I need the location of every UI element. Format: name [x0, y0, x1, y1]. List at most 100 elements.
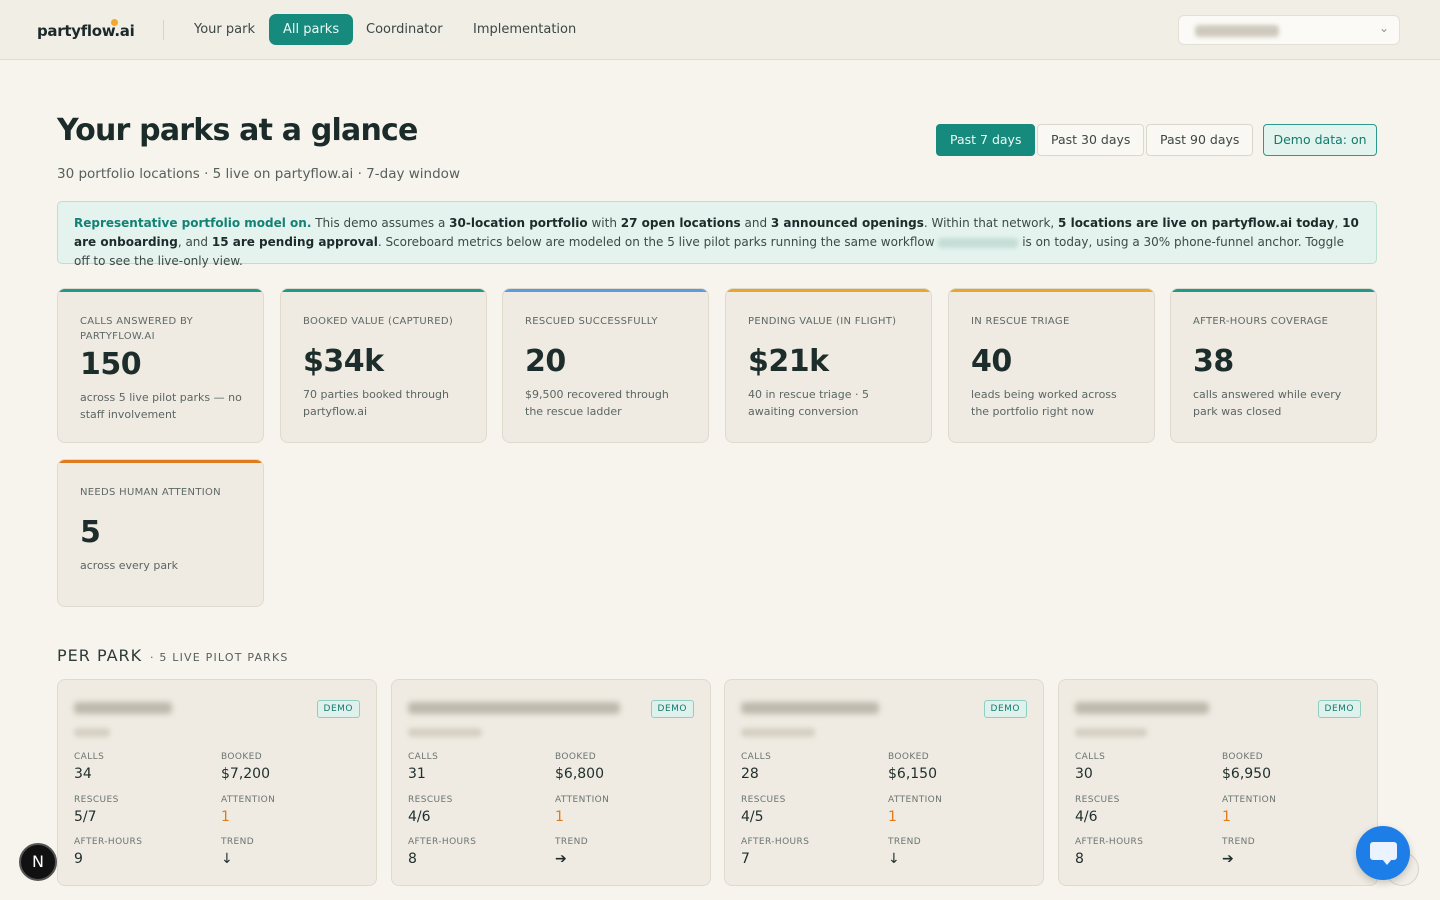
metric-value-trend: ↓	[888, 851, 900, 867]
metric-label-after-hours: AFTER-HOURS	[1075, 837, 1144, 847]
metric-label-booked: BOOKED	[221, 752, 263, 762]
metric-value-booked: $6,800	[555, 766, 604, 782]
stat-description: calls answered while every park was clos…	[1193, 388, 1342, 418]
metric-label-rescues: RESCUES	[408, 795, 453, 805]
stat-label: NEEDS HUMAN ATTENTION	[80, 487, 221, 498]
park-selector-redacted-value	[1195, 25, 1279, 37]
demo-badge: DEMO	[650, 700, 694, 718]
stat-label: PENDING VALUE (IN FLIGHT)	[748, 316, 897, 327]
nav-your-park[interactable]: Your park	[180, 14, 269, 45]
stat-label: AFTER-HOURS COVERAGE	[1193, 316, 1329, 327]
redacted-park-name	[741, 702, 879, 714]
stat-value: $34k	[303, 344, 384, 379]
metric-label-rescues: RESCUES	[741, 795, 786, 805]
metric-value-after-hours: 8	[408, 851, 417, 867]
range-7-days-button[interactable]: Past 7 days	[936, 124, 1036, 156]
park-card[interactable]: DEMO CALLS 31 BOOKED $6,800 RESCUES 4/6 ATTE…	[391, 679, 711, 886]
metric-label-calls: CALLS	[408, 752, 439, 762]
stat-card: NEEDS HUMAN ATTENTION 5 across every par…	[57, 459, 264, 607]
park-card[interactable]: DEMO CALLS 28 BOOKED $6,150 RESCUES 4/5 ATTE…	[724, 679, 1044, 886]
stat-label: RESCUED SUCCESSFULLY	[525, 316, 658, 327]
logo-dot-icon	[111, 19, 118, 26]
nav-coordinator[interactable]: Coordinator	[352, 14, 457, 45]
redacted-park-name	[1075, 702, 1209, 714]
metric-label-attention: ATTENTION	[1222, 795, 1277, 805]
metric-label-trend: TREND	[1222, 837, 1256, 847]
metric-label-trend: TREND	[888, 837, 922, 847]
stat-accent-bar	[281, 289, 486, 292]
stat-description: across 5 live pilot parks — no staff inv…	[80, 391, 242, 421]
metric-label-attention: ATTENTION	[888, 795, 943, 805]
chevron-down-icon: ⌄	[1378, 21, 1389, 35]
metric-value-calls: 28	[741, 766, 759, 782]
park-card[interactable]: DEMO CALLS 34 BOOKED $7,200 RESCUES 5/7 ATTE…	[57, 679, 377, 886]
top-nav: partyflow.ai Your park All parks Coordin…	[0, 0, 1440, 60]
metric-value-attention: 1	[1222, 809, 1231, 825]
metric-value-after-hours: 7	[741, 851, 750, 867]
redacted-park-location	[74, 728, 110, 737]
demo-data-toggle[interactable]: Demo data: on	[1263, 124, 1377, 156]
page-title: Your parks at a glance	[57, 113, 418, 148]
stat-value: $21k	[748, 344, 829, 379]
metric-label-booked: BOOKED	[1222, 752, 1264, 762]
redacted-park-name	[938, 237, 1019, 248]
metric-label-calls: CALLS	[74, 752, 105, 762]
metric-label-trend: TREND	[555, 837, 589, 847]
metric-value-booked: $7,200	[221, 766, 270, 782]
redacted-park-location	[741, 728, 815, 737]
stat-description: 70 parties booked through partyflow.ai	[303, 388, 449, 418]
nav-all-parks[interactable]: All parks	[269, 14, 354, 45]
logo[interactable]: partyflow.ai	[37, 22, 135, 40]
stat-card: RESCUED SUCCESSFULLY 20 $9,500 recovered…	[502, 288, 709, 443]
metric-label-rescues: RESCUES	[1075, 795, 1120, 805]
stat-description: leads being worked across the portfolio …	[971, 388, 1117, 418]
dev-tools-badge[interactable]: N	[19, 843, 57, 881]
stat-card: BOOKED VALUE (CAPTURED) $34k 70 parties …	[280, 288, 487, 443]
stat-description: 40 in rescue triage · 5 awaiting convers…	[748, 388, 869, 418]
chat-button[interactable]	[1356, 826, 1410, 880]
stat-label: BOOKED VALUE (CAPTURED)	[303, 316, 454, 327]
park-card[interactable]: DEMO CALLS 30 BOOKED $6,950 RESCUES 4/6 ATTE…	[1058, 679, 1378, 886]
metric-label-calls: CALLS	[741, 752, 772, 762]
stat-card: PENDING VALUE (IN FLIGHT) $21k 40 in res…	[725, 288, 932, 443]
metric-value-booked: $6,150	[888, 766, 937, 782]
metric-label-after-hours: AFTER-HOURS	[408, 837, 477, 847]
nav-implementation[interactable]: Implementation	[459, 14, 590, 45]
redacted-park-location	[408, 728, 482, 737]
metric-value-rescues: 4/5	[741, 809, 764, 825]
range-90-days-button[interactable]: Past 90 days	[1146, 124, 1254, 156]
stat-value: 38	[1193, 344, 1234, 379]
demo-info-banner: Representative portfolio model on. This …	[57, 201, 1377, 268]
demo-badge: DEMO	[316, 700, 360, 718]
stat-value: 5	[80, 515, 101, 550]
stat-description: $9,500 recovered through the rescue ladd…	[525, 388, 669, 418]
park-selector[interactable]: ⌄	[1178, 15, 1400, 45]
metric-value-calls: 34	[74, 766, 92, 782]
metric-value-trend: ↓	[221, 851, 233, 867]
stat-label: CALLS ANSWERED BY PARTYFLOW.AI	[80, 316, 194, 342]
redacted-park-location	[1075, 728, 1147, 737]
stat-accent-bar	[58, 289, 263, 292]
range-30-days-button[interactable]: Past 30 days	[1037, 124, 1145, 156]
stat-value: 20	[525, 344, 566, 379]
metric-label-trend: TREND	[221, 837, 255, 847]
metric-value-attention: 1	[888, 809, 897, 825]
metric-value-rescues: 4/6	[1075, 809, 1098, 825]
demo-badge: DEMO	[983, 700, 1027, 718]
chat-icon	[1370, 842, 1397, 860]
stat-description: across every park	[80, 559, 178, 572]
metric-label-attention: ATTENTION	[555, 795, 610, 805]
metric-value-booked: $6,950	[1222, 766, 1271, 782]
metric-label-booked: BOOKED	[555, 752, 597, 762]
demo-badge: DEMO	[1317, 700, 1361, 718]
page-subtitle: 30 portfolio locations · 5 live on party…	[57, 166, 460, 182]
metric-label-after-hours: AFTER-HOURS	[74, 837, 143, 847]
per-park-title: PER PARK	[57, 646, 143, 665]
metric-label-booked: BOOKED	[888, 752, 930, 762]
stat-label: IN RESCUE TRIAGE	[971, 316, 1070, 327]
metric-value-calls: 31	[408, 766, 426, 782]
metric-value-attention: 1	[221, 809, 230, 825]
metric-value-attention: 1	[555, 809, 564, 825]
stat-accent-bar	[1171, 289, 1376, 292]
stat-card: IN RESCUE TRIAGE 40 leads being worked a…	[948, 288, 1155, 443]
